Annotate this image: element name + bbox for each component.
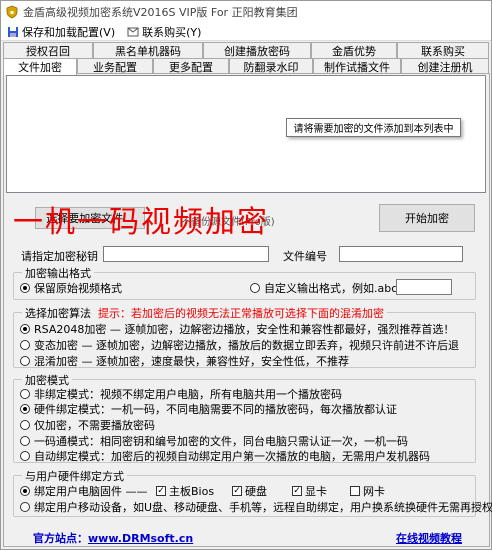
radio-on-icon — [20, 404, 30, 414]
rsa-label: RSA2048加密 — 逐帧加密，边解密边播放，安全性和兼容性都最好，强烈推荐首… — [34, 323, 455, 336]
tab-create-keygen[interactable]: 创建注册机 — [401, 58, 489, 74]
overlay-slogan: 一机一码视频加密 — [13, 205, 269, 240]
file-no-input[interactable] — [339, 246, 463, 262]
radio-off-icon — [20, 451, 30, 461]
footer: 官方站点：www.DRMsoft.cn 在线视频教程 — [3, 529, 490, 547]
tab-business-config[interactable]: 业务配置 — [77, 58, 153, 74]
tab-contact-buy[interactable]: 联系购买 — [397, 42, 489, 58]
radio-off-icon — [20, 502, 30, 512]
bios-checkbox[interactable]: ✓ 主板Bios — [156, 483, 214, 499]
bind-firmware-label: 绑定用户电脑固件 —— — [34, 485, 148, 498]
official-site: 官方站点：www.DRMsoft.cn — [33, 530, 193, 546]
custom-format-radio[interactable]: 自定义输出格式，例如.abc — [250, 280, 397, 296]
hardware-title: 与用户硬件绑定方式 — [22, 468, 127, 484]
mode-unbound-radio[interactable]: 非绑定模式：视频不绑定用户电脑，所有电脑共用一个播放密码 — [20, 386, 342, 402]
mode-hardware-label: 硬件绑定模式：一机一码，不同电脑需要不同的播放密码，每次播放都认证 — [34, 403, 397, 416]
save-load-config-menu[interactable]: 保存和加载配置(V) — [1, 23, 121, 41]
mode-auto-bind-radio[interactable]: 自动绑定模式：加密后的视频自动绑定用户第一次播放的电脑，无需用户发机器码 — [20, 448, 430, 464]
output-format-group: 加密输出格式 保留原始视频格式 自定义输出格式，例如.abc — [13, 265, 476, 300]
radio-on-icon — [20, 486, 30, 496]
obfuscate-radio[interactable]: 混淆加密 — 逐帧加密，速度最快，兼容性好，安全性低，不推荐 — [20, 353, 349, 369]
nic-checkbox[interactable]: 网卡 — [350, 483, 385, 499]
custom-format-input[interactable] — [396, 279, 452, 295]
mode-one-code-radio[interactable]: 一码通模式：相同密钥和编号加密的文件，同台电脑只需认证一次，一机一码 — [20, 433, 408, 449]
obfuscate-label: 混淆加密 — 逐帧加密，速度最快，兼容性好，安全性低，不推荐 — [34, 355, 349, 368]
disk-label: 硬盘 — [245, 485, 267, 498]
save-icon — [8, 26, 18, 37]
mode-encrypt-only-label: 仅加密，不需要播放密码 — [34, 419, 155, 432]
title-bar: 金盾高级视频加密系统V2016S VIP版 For 正阳教育集团 — [1, 1, 491, 23]
radio-on-icon — [20, 324, 30, 334]
contact-icon — [127, 27, 139, 36]
password-input[interactable] — [103, 246, 269, 262]
mode-hardware-radio[interactable]: 硬件绑定模式：一机一码，不同电脑需要不同的播放密码，每次播放都认证 — [20, 401, 397, 417]
app-window: 金盾高级视频加密系统V2016S VIP版 For 正阳教育集团 保存和加载配置… — [0, 0, 492, 550]
tab-license-recall[interactable]: 授权召回 — [3, 42, 93, 58]
check-icon: ✓ — [156, 486, 166, 496]
radio-off-icon — [20, 389, 30, 399]
rsa-radio[interactable]: RSA2048加密 — 逐帧加密，边解密边播放，安全性和兼容性都最好，强烈推荐首… — [20, 321, 454, 337]
algorithm-group: 选择加密算法 提示：若加密后的视频无法正常播放可选择下面的混淆加密 RSA204… — [13, 305, 476, 369]
tutorial-link[interactable]: 在线视频教程 — [396, 530, 462, 546]
mode-encrypt-only-radio[interactable]: 仅加密，不需要播放密码 — [20, 417, 155, 433]
contact-buy-menu[interactable]: 联系购买(Y) — [121, 23, 207, 41]
tab-file-encrypt[interactable]: 文件加密 — [3, 58, 77, 75]
tab-blacklist[interactable]: 黑名单机器码 — [93, 42, 203, 58]
bios-label: 主板Bios — [169, 485, 215, 498]
contact-buy-label: 联系购买(Y) — [142, 25, 202, 39]
mode-one-code-label: 一码通模式：相同密钥和编号加密的文件，同台电脑只需认证一次，一机一码 — [34, 435, 408, 448]
hardware-group: 与用户硬件绑定方式 绑定用户电脑固件 —— ✓ 主板Bios ✓ 硬盘 ✓ 显卡 网卡… — [13, 468, 492, 517]
tab-row-top: 授权召回 黑名单机器码 创建播放密码 金盾优势 联系购买 — [3, 42, 489, 58]
gpu-label: 显卡 — [305, 485, 327, 498]
tab-watermark[interactable]: 防翻录水印 — [229, 58, 313, 74]
gpu-checkbox[interactable]: ✓ 显卡 — [292, 483, 327, 499]
keep-format-label: 保留原始视频格式 — [34, 282, 122, 295]
radio-on-icon — [20, 283, 30, 293]
menu-bar: 保存和加载配置(V) 联系购买(Y) — [1, 23, 491, 41]
tab-create-play-password[interactable]: 创建播放密码 — [203, 42, 311, 58]
password-label: 请指定加密秘钥 — [21, 250, 98, 263]
site-link[interactable]: www.DRMsoft.cn — [88, 532, 193, 545]
unchecked-icon — [350, 486, 360, 496]
check-icon: ✓ — [292, 486, 302, 496]
site-label: 官方站点： — [33, 532, 88, 545]
start-encrypt-button[interactable]: 开始加密 — [379, 204, 475, 232]
radio-off-icon — [20, 356, 30, 366]
radio-off-icon — [20, 340, 30, 350]
algorithm-title-text: 选择加密算法 — [25, 307, 91, 320]
keep-format-radio[interactable]: 保留原始视频格式 — [20, 280, 122, 296]
shield-logo-icon — [5, 5, 19, 19]
mode-unbound-label: 非绑定模式：视频不绑定用户电脑，所有电脑共用一个播放密码 — [34, 388, 342, 401]
file-no-label: 文件编号 — [283, 250, 327, 263]
custom-format-label: 自定义输出格式，例如.abc — [264, 282, 398, 295]
check-icon: ✓ — [232, 486, 242, 496]
bind-mobile-label: 绑定用户移动设备，如U盘、移动硬盘、手机等，远程自助绑定，用户换系统换硬件无需再… — [34, 501, 492, 514]
bind-mobile-radio[interactable]: 绑定用户移动设备，如U盘、移动硬盘、手机等，远程自助绑定，用户换系统换硬件无需再… — [20, 499, 492, 515]
window-title: 金盾高级视频加密系统V2016S VIP版 For 正阳教育集团 — [23, 6, 298, 19]
algorithm-tip: 提示：若加密后的视频无法正常播放可选择下面的混淆加密 — [98, 307, 384, 320]
tab-row-bottom: 文件加密 业务配置 更多配置 防翻录水印 制作试播文件 创建注册机 — [3, 58, 489, 75]
extreme-radio[interactable]: 变态加密 — 逐帧加密，边解密边播放，播放后的数据立即丢弃，视频只许前进不许后退 — [20, 337, 459, 353]
output-format-title: 加密输出格式 — [22, 265, 94, 281]
radio-off-icon — [20, 436, 30, 446]
disk-checkbox[interactable]: ✓ 硬盘 — [232, 483, 267, 499]
bind-firmware-radio[interactable]: 绑定用户电脑固件 —— — [20, 483, 148, 499]
tab-more-config[interactable]: 更多配置 — [153, 58, 229, 74]
mode-auto-bind-label: 自动绑定模式：加密后的视频自动绑定用户第一次播放的电脑，无需用户发机器码 — [34, 450, 430, 463]
tab-trial-file[interactable]: 制作试播文件 — [313, 58, 401, 74]
radio-off-icon — [250, 283, 260, 293]
extreme-label: 变态加密 — 逐帧加密，边解密边播放，播放后的数据立即丢弃，视频只许前进不许后退 — [34, 339, 459, 352]
radio-off-icon — [20, 420, 30, 430]
nic-label: 网卡 — [363, 485, 385, 498]
file-list-tooltip: 请将需要加密的文件添加到本列表中 — [286, 118, 461, 137]
algorithm-title: 选择加密算法 提示：若加密后的视频无法正常播放可选择下面的混淆加密 — [22, 305, 387, 321]
mode-group: 加密模式 非绑定模式：视频不绑定用户电脑，所有电脑共用一个播放密码 硬件绑定模式… — [13, 372, 476, 464]
tab-advantages[interactable]: 金盾优势 — [311, 42, 397, 58]
save-load-config-label: 保存和加载配置(V) — [22, 25, 116, 39]
